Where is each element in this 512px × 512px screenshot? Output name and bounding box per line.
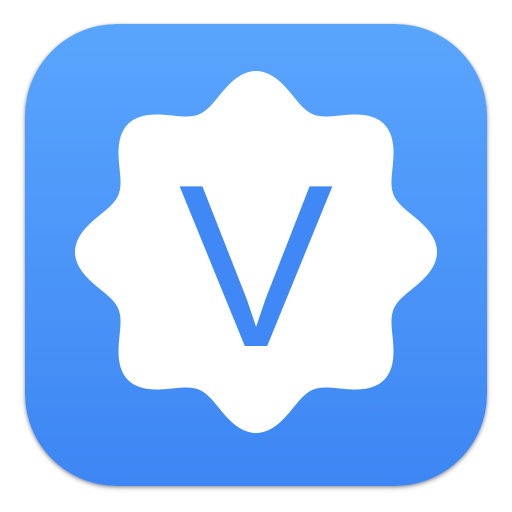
badge-svg: V [75, 71, 437, 433]
icon-canvas: V [0, 0, 512, 512]
app-icon-tile[interactable]: V [25, 24, 487, 486]
badge-letter: V [179, 137, 334, 396]
